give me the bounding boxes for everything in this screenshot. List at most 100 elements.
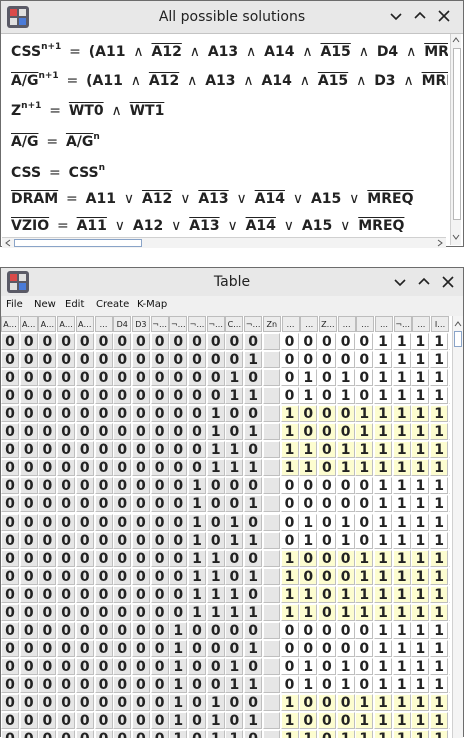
output-cell[interactable]: 0 <box>299 640 317 657</box>
output-cell[interactable]: 1 <box>411 694 429 711</box>
output-cell[interactable]: 1 <box>411 405 429 422</box>
output-cell[interactable]: 1 <box>355 568 373 585</box>
input-cell[interactable]: 1 <box>169 622 187 639</box>
output-cell[interactable]: 0 <box>337 550 355 567</box>
input-cell[interactable]: 0 <box>151 477 169 494</box>
input-cell[interactable]: 0 <box>188 658 206 675</box>
output-cell[interactable]: 1 <box>374 333 392 350</box>
input-cell[interactable]: 0 <box>38 514 56 531</box>
output-cell[interactable]: 1 <box>411 622 429 639</box>
output-cell[interactable]: 1 <box>411 514 429 531</box>
output-cell[interactable]: 0 <box>449 387 450 404</box>
input-cell[interactable]: 1 <box>207 550 225 567</box>
input-cell[interactable]: 0 <box>169 441 187 458</box>
output-cell[interactable]: 1 <box>374 405 392 422</box>
input-cell[interactable]: 0 <box>132 477 150 494</box>
input-cell[interactable]: 0 <box>1 694 19 711</box>
input-cell[interactable]: 0 <box>57 640 75 657</box>
input-cell[interactable]: 0 <box>20 532 38 549</box>
input-cell[interactable]: 0 <box>225 712 243 729</box>
vertical-scrollbar[interactable] <box>450 34 461 245</box>
input-cell[interactable]: 1 <box>188 514 206 531</box>
column-header[interactable]: D3 <box>132 316 150 332</box>
input-cell[interactable]: 0 <box>95 676 113 693</box>
output-cell[interactable]: 0 <box>281 640 299 657</box>
output-cell[interactable]: 1 <box>411 369 429 386</box>
output-cell[interactable]: 0 <box>337 477 355 494</box>
maximize-chevron-icon[interactable] <box>412 8 428 24</box>
input-cell[interactable]: 0 <box>225 622 243 639</box>
output-cell[interactable]: 1 <box>355 423 373 440</box>
input-cell[interactable]: 0 <box>188 712 206 729</box>
input-cell[interactable]: 0 <box>132 441 150 458</box>
horizontal-scrollbar[interactable] <box>2 237 446 248</box>
input-cell[interactable]: 0 <box>20 676 38 693</box>
input-cell[interactable]: 1 <box>244 459 262 476</box>
input-cell[interactable]: 0 <box>169 568 187 585</box>
input-cell[interactable]: 0 <box>20 514 38 531</box>
output-cell[interactable]: 0 <box>449 604 450 621</box>
output-cell[interactable]: 1 <box>299 586 317 603</box>
input-cell[interactable]: 0 <box>20 369 38 386</box>
output-cell[interactable]: 1 <box>374 676 392 693</box>
close-icon[interactable] <box>436 8 452 24</box>
input-cell[interactable]: 0 <box>20 640 38 657</box>
input-cell[interactable]: 0 <box>1 622 19 639</box>
output-cell[interactable]: 1 <box>430 423 448 440</box>
input-cell[interactable]: 1 <box>225 532 243 549</box>
column-header[interactable]: A… <box>76 316 94 332</box>
input-cell[interactable]: 0 <box>113 333 131 350</box>
output-cell[interactable]: 1 <box>430 568 448 585</box>
output-cell[interactable]: 1 <box>374 459 392 476</box>
output-cell[interactable]: 1 <box>355 712 373 729</box>
output-cell[interactable]: 0 <box>449 640 450 657</box>
input-cell[interactable]: 0 <box>1 495 19 512</box>
input-cell[interactable]: 0 <box>132 514 150 531</box>
input-cell[interactable]: 0 <box>188 459 206 476</box>
input-cell[interactable]: 0 <box>113 622 131 639</box>
output-cell[interactable]: 1 <box>374 495 392 512</box>
input-cell[interactable]: 0 <box>244 586 262 603</box>
input-cell[interactable]: 0 <box>188 676 206 693</box>
input-cell[interactable]: 0 <box>207 387 225 404</box>
input-cell[interactable]: 0 <box>57 712 75 729</box>
input-cell[interactable]: 0 <box>95 694 113 711</box>
input-cell[interactable]: 0 <box>225 477 243 494</box>
column-header[interactable]: D4 <box>113 316 131 332</box>
output-cell[interactable]: 0 <box>449 568 450 585</box>
input-cell[interactable]: 1 <box>225 676 243 693</box>
input-cell[interactable]: 0 <box>20 694 38 711</box>
input-cell[interactable]: 0 <box>207 658 225 675</box>
input-cell[interactable]: 0 <box>76 477 94 494</box>
input-cell[interactable]: 0 <box>76 351 94 368</box>
output-cell[interactable]: 0 <box>299 622 317 639</box>
output-cell[interactable]: 0 <box>355 640 373 657</box>
input-cell[interactable]: 0 <box>225 568 243 585</box>
input-cell[interactable]: 0 <box>76 694 94 711</box>
output-cell[interactable]: 1 <box>337 514 355 531</box>
output-cell[interactable]: 0 <box>299 477 317 494</box>
output-cell[interactable]: 1 <box>393 423 411 440</box>
input-cell[interactable]: 0 <box>188 622 206 639</box>
input-cell[interactable]: 1 <box>207 568 225 585</box>
input-cell[interactable]: 0 <box>95 369 113 386</box>
input-cell[interactable]: 0 <box>95 532 113 549</box>
column-header[interactable]: … <box>375 316 393 332</box>
output-cell[interactable]: 1 <box>374 640 392 657</box>
input-cell[interactable]: 0 <box>95 514 113 531</box>
scroll-thumb[interactable] <box>453 48 461 220</box>
input-cell[interactable]: 0 <box>95 604 113 621</box>
output-cell[interactable]: 1 <box>299 604 317 621</box>
output-cell[interactable]: 0 <box>318 514 336 531</box>
output-cell[interactable]: 1 <box>281 604 299 621</box>
input-cell[interactable]: 1 <box>169 676 187 693</box>
input-cell[interactable]: 0 <box>95 622 113 639</box>
input-cell[interactable]: 1 <box>244 532 262 549</box>
output-cell[interactable]: 0 <box>337 351 355 368</box>
input-cell[interactable]: 0 <box>1 604 19 621</box>
input-cell[interactable]: 0 <box>225 333 243 350</box>
output-cell[interactable]: 0 <box>299 495 317 512</box>
output-cell[interactable]: 1 <box>411 604 429 621</box>
input-cell[interactable]: 0 <box>57 351 75 368</box>
output-cell[interactable]: 0 <box>449 550 450 567</box>
